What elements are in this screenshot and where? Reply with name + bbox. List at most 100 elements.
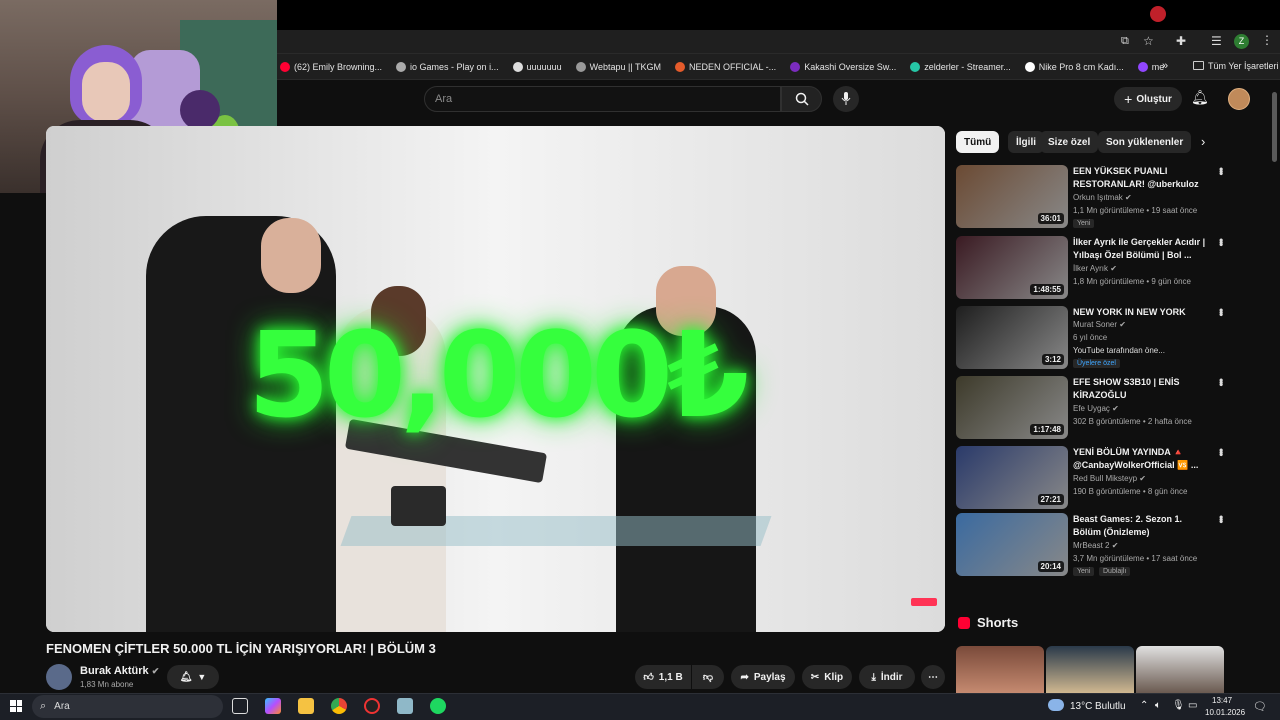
short-thumbnail-2[interactable] bbox=[1046, 646, 1134, 693]
menu-kebab-icon[interactable]: ⋮ bbox=[1261, 33, 1273, 47]
recommendation-title[interactable]: Beast Games: 2. Sezon 1. Bölüm (Önizleme… bbox=[1073, 513, 1208, 539]
recommendation-item[interactable]: 1:17:48 EFE SHOW S3B10 | ENİS KİRAZOĞLU Ef… bbox=[956, 376, 1228, 440]
tray-chevron-icon[interactable]: ⌃ bbox=[1140, 700, 1148, 711]
bookmark-item[interactable]: me bbox=[1137, 61, 1164, 72]
create-button[interactable]: + Oluştur bbox=[1114, 87, 1182, 111]
app-icon-2[interactable] bbox=[397, 698, 413, 714]
recommendation-item[interactable]: 20:14 Beast Games: 2. Sezon 1. Bölüm (Öni… bbox=[956, 513, 1228, 577]
notification-center-icon[interactable]: 🗨︎ bbox=[1253, 700, 1267, 713]
microphone-icon[interactable]: 🎙︎ bbox=[1172, 700, 1185, 711]
filter-chip[interactable]: Size özel bbox=[1040, 131, 1099, 153]
recommendation-title[interactable]: YENİ BÖLÜM YAYINDA 🔺 @CanbayWolkerOffici… bbox=[1073, 446, 1208, 472]
recommendation-item[interactable]: 3:12 NEW YORK IN NEW YORK Murat Soner ✔ 6 y… bbox=[956, 306, 1228, 370]
profile-avatar-icon[interactable]: Z bbox=[1234, 34, 1249, 49]
file-explorer-icon[interactable] bbox=[298, 698, 314, 714]
chrome-icon[interactable] bbox=[331, 698, 347, 714]
bookmark-item[interactable]: io Games - Play on i... bbox=[396, 61, 499, 72]
short-thumbnail-1[interactable] bbox=[956, 646, 1044, 693]
video-thumbnail[interactable]: 36:01 bbox=[956, 165, 1068, 228]
video-thumbnail[interactable]: 3:12 bbox=[956, 306, 1068, 369]
download-button[interactable]: ⤓ İndir bbox=[859, 665, 915, 689]
app-icon[interactable] bbox=[364, 698, 380, 714]
recommendation-title[interactable]: EFE SHOW S3B10 | ENİS KİRAZOĞLU bbox=[1073, 376, 1208, 402]
page-scrollbar[interactable] bbox=[1272, 92, 1277, 162]
channel-name[interactable]: Burak Aktürk ✔ bbox=[80, 665, 159, 677]
more-options-icon[interactable]: ••• bbox=[1214, 167, 1228, 174]
extensions-icon[interactable]: ✚ bbox=[1176, 34, 1186, 48]
clock-date[interactable]: 10.01.2026 bbox=[1205, 708, 1245, 717]
channel-avatar[interactable] bbox=[46, 664, 72, 690]
short-thumbnail-3[interactable] bbox=[1136, 646, 1224, 693]
video-thumbnail[interactable]: 1:48:55 bbox=[956, 236, 1068, 299]
webtapu-icon bbox=[575, 61, 586, 72]
clock-time[interactable]: 13:47 bbox=[1212, 696, 1232, 705]
video-thumbnail[interactable]: 1:17:48 bbox=[956, 376, 1068, 439]
more-options-icon[interactable]: ••• bbox=[1214, 515, 1228, 522]
filter-chip[interactable]: İlgili bbox=[1008, 131, 1044, 153]
spotify-icon[interactable] bbox=[430, 698, 446, 714]
copilot-icon[interactable] bbox=[265, 698, 281, 714]
taskbar-search[interactable]: ⌕ Ara bbox=[32, 695, 223, 718]
user-avatar[interactable] bbox=[1228, 88, 1250, 110]
bookmark-item[interactable]: Webtapu || TKGM bbox=[575, 61, 661, 72]
speaker-icon[interactable]: 🔈︎ bbox=[1155, 700, 1161, 711]
like-button[interactable]: 👍︎ 1,1 B bbox=[635, 665, 691, 689]
network-icon[interactable]: ▭ bbox=[1188, 700, 1197, 711]
recommendation-title[interactable]: NEW YORK IN NEW YORK bbox=[1073, 306, 1208, 319]
recommendation-item[interactable]: 27:21 YENİ BÖLÜM YAYINDA 🔺 @CanbayWolkerO… bbox=[956, 446, 1228, 510]
subscribed-notifications-button[interactable]: 🔔︎ ▼ bbox=[167, 665, 219, 689]
weather-temp[interactable]: 13°C bbox=[1070, 701, 1092, 712]
streamer-icon bbox=[910, 61, 921, 72]
video-thumbnail[interactable]: 20:14 bbox=[956, 513, 1068, 576]
bookmark-item[interactable]: (62) Emily Browning... bbox=[280, 61, 382, 72]
search-button[interactable] bbox=[781, 86, 822, 112]
duration-badge: 27:21 bbox=[1037, 494, 1064, 505]
bookmark-item[interactable]: Kakashi Oversize Sw... bbox=[790, 61, 896, 72]
recommendation-channel[interactable]: Efe Uygaç ✔ bbox=[1073, 404, 1119, 413]
more-actions-button[interactable]: ⋯ bbox=[921, 665, 945, 689]
bookmark-item[interactable]: uuuuuuu bbox=[512, 61, 562, 72]
all-bookmarks-link[interactable]: Tüm Yer İşaretleri bbox=[1208, 61, 1279, 71]
search-input[interactable]: Ara bbox=[424, 86, 781, 112]
recommendation-channel[interactable]: Orkun Işıtmak ✔ bbox=[1073, 193, 1132, 202]
recommendation-item[interactable]: 1:48:55 İlker Ayrık ile Gerçekler Acıdır … bbox=[956, 236, 1228, 300]
recommendation-channel[interactable]: MrBeast 2 ✔ bbox=[1073, 541, 1118, 550]
recommendation-channel[interactable]: Red Bull Mikstеyp ✔ bbox=[1073, 474, 1146, 483]
chevron-right-icon[interactable]: › bbox=[1201, 134, 1205, 149]
bookmarks-more-icon[interactable]: » bbox=[1162, 60, 1168, 72]
voice-search-button[interactable] bbox=[833, 86, 859, 112]
bookmark-item[interactable]: Nike Pro 8 cm Kadı... bbox=[1024, 61, 1124, 72]
windows-start-icon[interactable] bbox=[10, 700, 22, 712]
more-options-icon[interactable]: ••• bbox=[1214, 448, 1228, 455]
video-player[interactable]: 50,000₺ bbox=[46, 126, 945, 632]
more-options-icon[interactable]: ••• bbox=[1214, 238, 1228, 245]
bell-icon: 🔔︎ bbox=[179, 671, 193, 683]
recommendation-channel[interactable]: İlker Ayrık ✔ bbox=[1073, 264, 1117, 273]
filter-chip[interactable]: Tümü bbox=[956, 131, 1000, 153]
recommendation-meta: 6 yıl önce bbox=[1073, 333, 1108, 342]
cast-icon[interactable]: ⧉ bbox=[1121, 35, 1129, 48]
bookmark-star-icon[interactable]: ☆ bbox=[1143, 34, 1154, 48]
task-view-icon[interactable] bbox=[232, 698, 248, 714]
recommendation-title[interactable]: İlker Ayrık ile Gerçekler Acıdır | Yılba… bbox=[1073, 236, 1208, 262]
more-options-icon[interactable]: ••• bbox=[1214, 378, 1228, 385]
filter-chip[interactable]: Son yüklenenler bbox=[1098, 131, 1192, 153]
folder-icon bbox=[1193, 61, 1204, 70]
bookmark-item[interactable]: NEDEN OFFICIAL -... bbox=[675, 61, 776, 72]
share-button[interactable]: ➦ Paylaş bbox=[731, 665, 795, 689]
recommendation-title[interactable]: EEN YÜKSEK PUANLI RESTORANLAR! @uberkulo… bbox=[1073, 165, 1208, 191]
more-options-icon[interactable]: ••• bbox=[1214, 308, 1228, 315]
games-icon bbox=[396, 61, 407, 72]
clip-button[interactable]: ✂ Klip bbox=[802, 665, 852, 689]
duration-badge: 1:48:55 bbox=[1030, 284, 1064, 295]
notifications-bell-icon[interactable]: 🔔︎ bbox=[1191, 89, 1209, 106]
dislike-button[interactable]: 👎︎ bbox=[692, 665, 724, 689]
verified-check-icon: ✔ bbox=[1111, 541, 1119, 550]
reading-list-icon[interactable]: ☰ bbox=[1211, 34, 1222, 48]
recommendation-channel[interactable]: Murat Soner ✔ bbox=[1073, 320, 1126, 329]
video-thumbnail[interactable]: 27:21 bbox=[956, 446, 1068, 509]
recommendation-item[interactable]: 36:01 EEN YÜKSEK PUANLI RESTORANLAR! @ube… bbox=[956, 165, 1228, 229]
bookmark-item[interactable]: zelderler - Streamer... bbox=[910, 61, 1011, 72]
video-overlay-amount: 50,000₺ bbox=[247, 306, 749, 444]
weather-desc[interactable]: Bulutlu bbox=[1095, 701, 1126, 712]
